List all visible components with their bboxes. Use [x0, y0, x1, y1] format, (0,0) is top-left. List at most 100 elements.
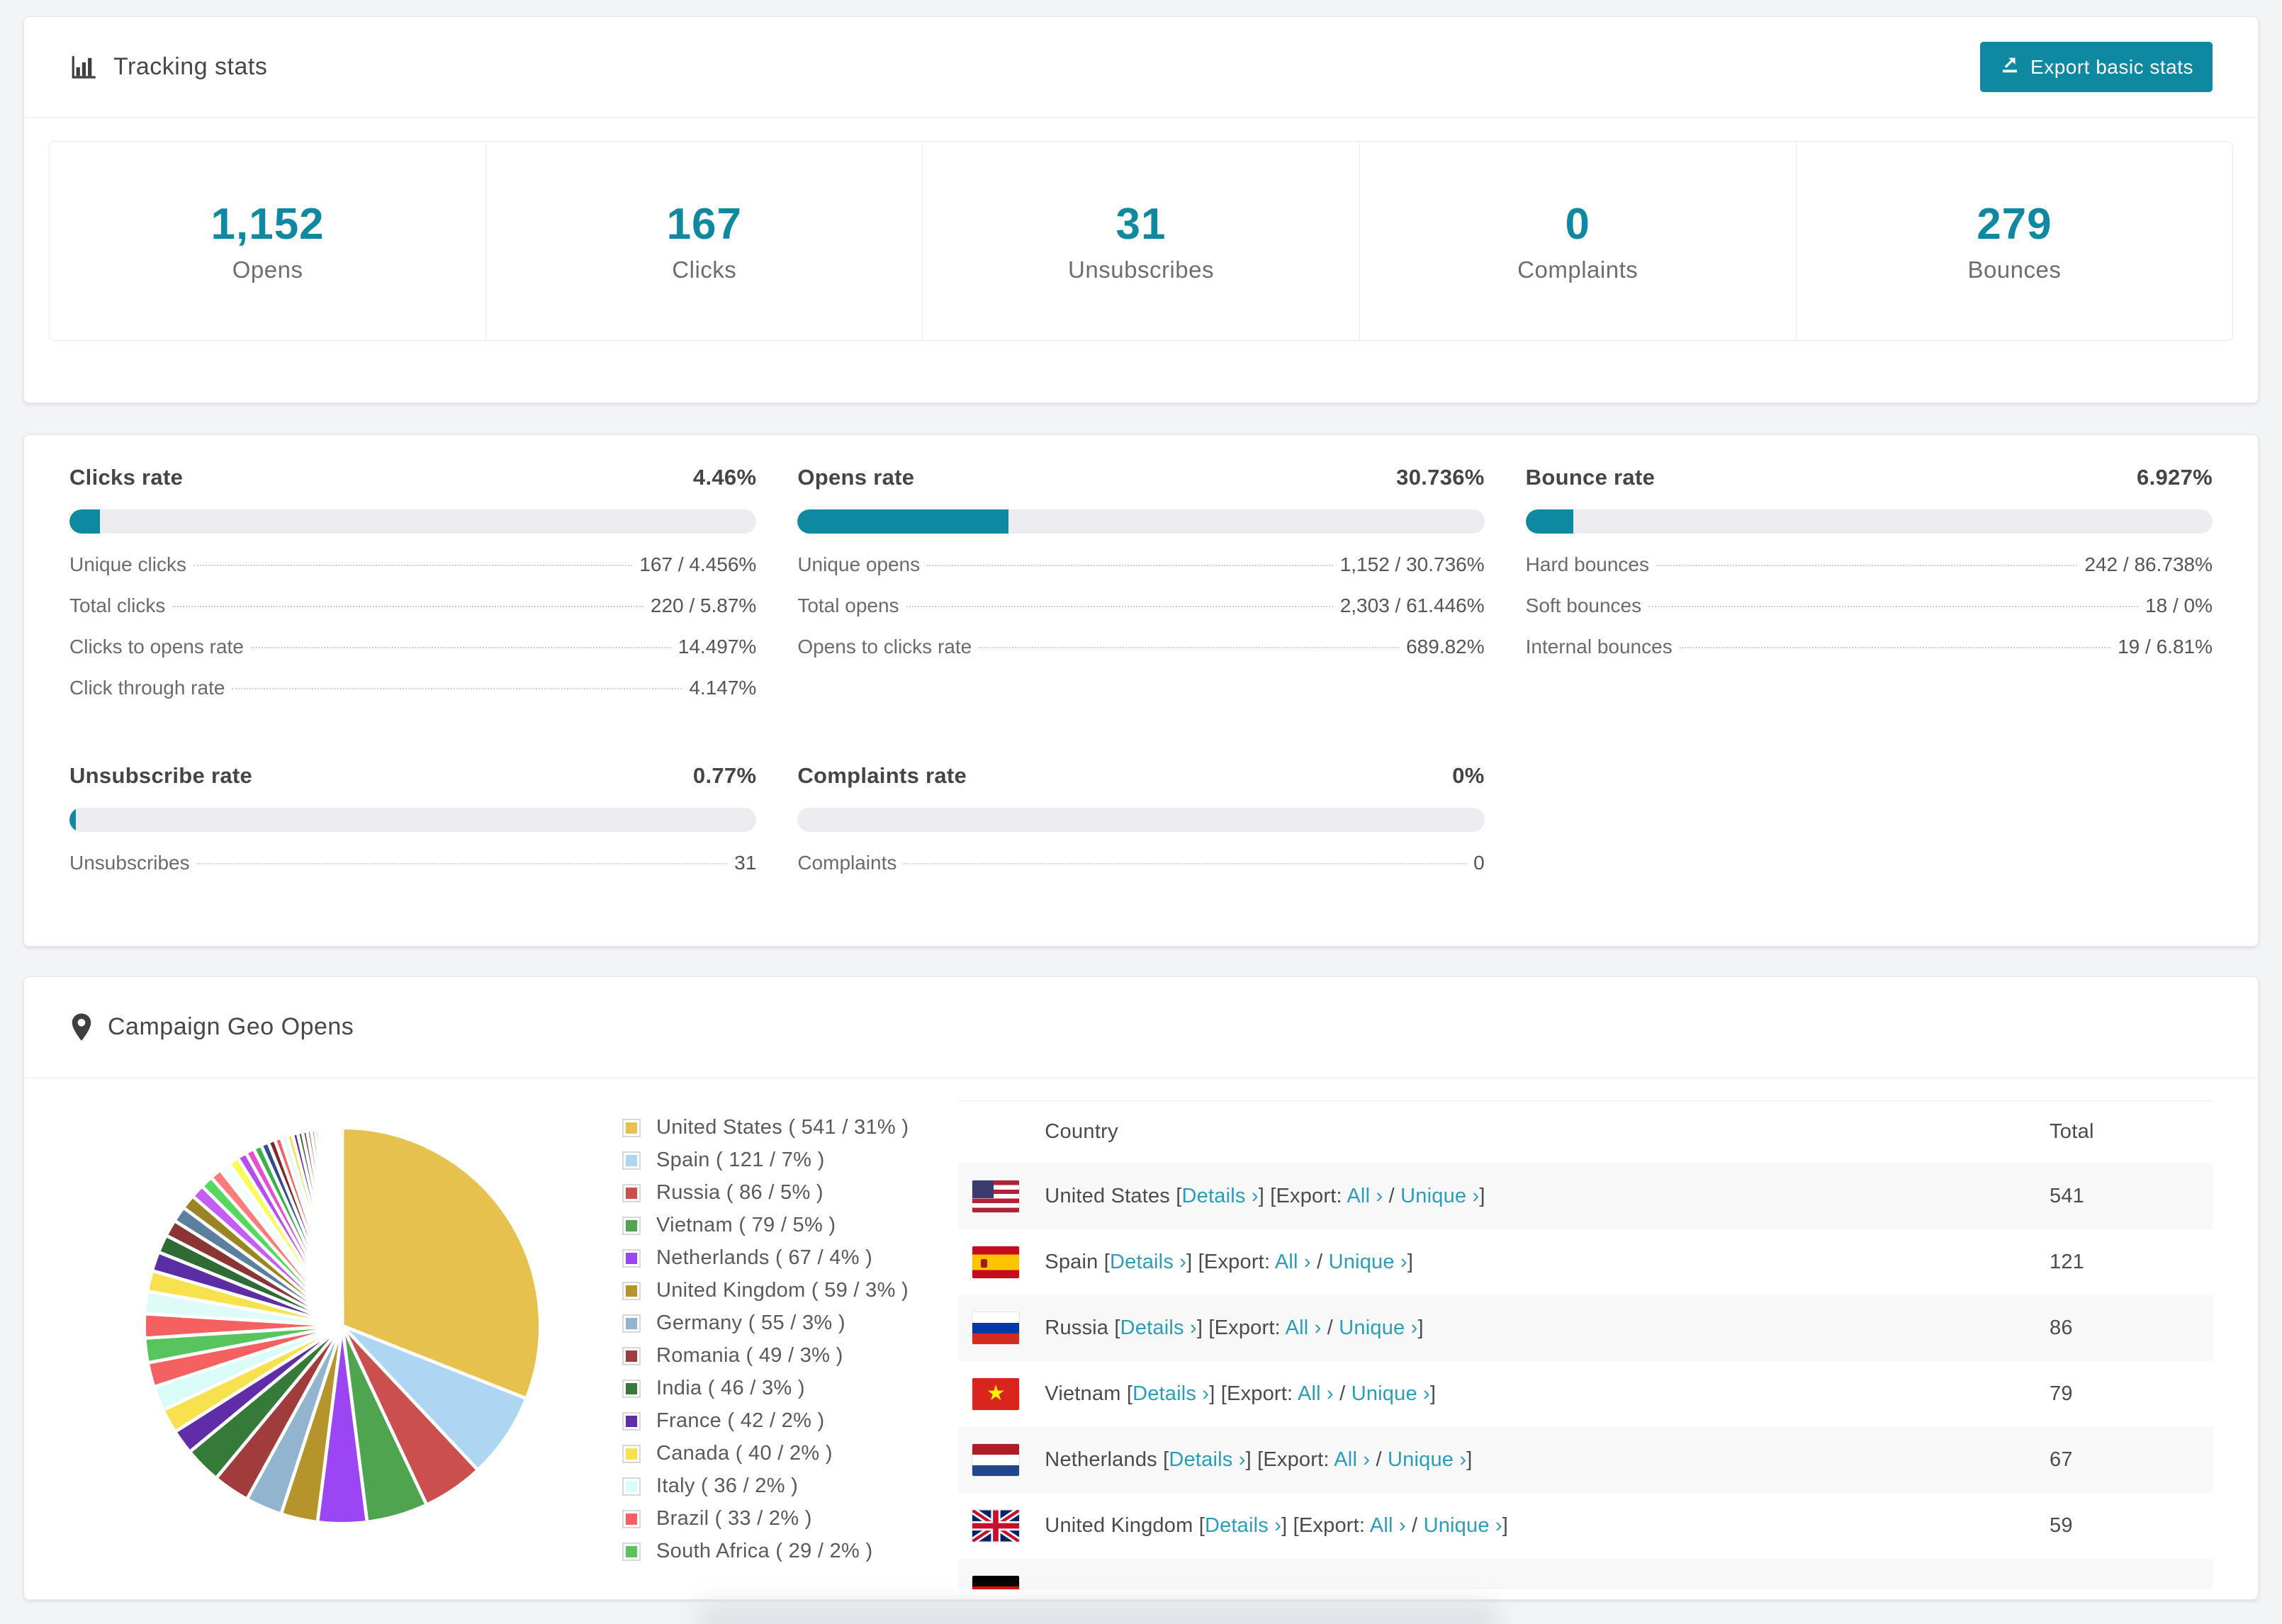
export-unique-link[interactable]: Unique ›	[1329, 1251, 1407, 1273]
legend-swatch	[622, 1444, 641, 1463]
dotted-leader	[1648, 606, 2139, 607]
geo-table-header-row: Country Total	[958, 1101, 2213, 1163]
rate-rows: Hard bounces 242 / 86.738% Soft bounces 18 …	[1526, 553, 2213, 677]
rate-head: Clicks rate 4.46%	[69, 465, 756, 490]
legend-item: Germany ( 55 / 3% )	[622, 1312, 909, 1335]
rate-rows: Complaints 0	[797, 852, 1484, 893]
rate-detail-row: Unique opens 1,152 / 30.736%	[797, 553, 1484, 594]
export-unique-link[interactable]: Unique ›	[1388, 1448, 1466, 1471]
stat-label: Complaints	[1517, 256, 1639, 283]
stat-label: Opens	[232, 256, 303, 283]
country-cell: Netherlands [Details ›] [Export: All › /…	[1045, 1448, 1473, 1471]
rate-detail-label: Hard bounces	[1525, 553, 1649, 575]
legend-swatch	[622, 1411, 641, 1431]
export-unique-link[interactable]: Unique ›	[1400, 1185, 1479, 1207]
details-link[interactable]: Details ›	[1205, 1514, 1281, 1537]
total-cell	[2050, 1559, 2213, 1590]
legend-item: Brazil ( 33 / 2% )	[622, 1507, 909, 1530]
rate-value: 0.77%	[692, 763, 757, 788]
rate-title: Clicks rate	[69, 465, 184, 490]
export-all-link[interactable]: All ›	[1370, 1514, 1406, 1537]
rate-value: 30.736%	[1396, 465, 1485, 490]
rates-grid: Clicks rate 4.46% Unique clicks 167 / 4.456…	[24, 435, 2258, 893]
rate-detail-row: Total clicks 220 / 5.87%	[69, 594, 756, 636]
stat-label: Clicks	[672, 256, 737, 283]
country-name: Netherlands [	[1045, 1448, 1169, 1471]
rate-detail-label: Opens to clicks rate	[797, 636, 972, 658]
legend-swatch	[622, 1183, 641, 1202]
flag-us-icon	[972, 1180, 1020, 1212]
export-all-link[interactable]: All ›	[1286, 1316, 1322, 1339]
geo-table-row-united-kingdom: United Kingdom [Details ›] [Export: All …	[958, 1493, 2213, 1559]
geo-table-row-vietnam: ★ Vietnam [Details ›] [Export: All › / Un…	[958, 1361, 2213, 1427]
progress-bar	[69, 509, 757, 534]
dotted-leader	[193, 565, 633, 566]
progress-bar	[797, 509, 1485, 534]
progress-fill	[797, 509, 1009, 534]
dotted-leader	[172, 606, 643, 607]
rate-detail-value: 31	[734, 852, 757, 874]
map-pin-icon	[69, 1013, 94, 1042]
export-unique-link[interactable]: Unique ›	[1351, 1382, 1430, 1405]
export-all-link[interactable]: All ›	[1334, 1448, 1370, 1471]
details-link[interactable]: Details ›	[1169, 1448, 1245, 1471]
rate-title: Opens rate	[797, 465, 915, 490]
geo-legend: United States ( 541 / 31% ) Spain ( 121 /…	[622, 1116, 909, 1572]
export-unique-link[interactable]: Unique ›	[1424, 1514, 1502, 1537]
geo-body: United States ( 541 / 31% ) Spain ( 121 /…	[24, 1078, 2258, 1589]
rate-detail-value: 242 / 86.738%	[2084, 553, 2213, 575]
legend-swatch	[622, 1314, 641, 1333]
export-icon	[1999, 54, 2020, 80]
flag-ru-icon	[972, 1312, 1020, 1344]
dotted-leader	[979, 647, 1400, 648]
rate-detail-row: Internal bounces 19 / 6.81%	[1526, 636, 2213, 677]
country-cell: Spain [Details ›] [Export: All › / Uniqu…	[1045, 1250, 1414, 1273]
legend-item: Netherlands ( 67 / 4% )	[622, 1246, 909, 1270]
export-all-link[interactable]: All ›	[1347, 1185, 1383, 1207]
export-unique-link[interactable]: Unique ›	[1339, 1316, 1417, 1339]
export-all-link[interactable]: All ›	[1275, 1251, 1311, 1273]
legend-label: United States ( 541 / 31% )	[656, 1116, 909, 1139]
details-link[interactable]: Details ›	[1120, 1316, 1197, 1339]
progress-fill	[69, 808, 76, 832]
dotted-leader	[232, 688, 682, 689]
page-title: Tracking stats	[113, 53, 268, 80]
rate-head: Bounce rate 6.927%	[1526, 465, 2213, 490]
rates-card: Clicks rate 4.46% Unique clicks 167 / 4.456…	[23, 434, 2259, 947]
legend-item: France ( 42 / 2% )	[622, 1409, 909, 1433]
details-link[interactable]: Details ›	[1110, 1251, 1186, 1273]
total-cell: 59	[2050, 1513, 2073, 1537]
pie-slice	[338, 1126, 344, 1328]
country-column-header: Country	[1045, 1120, 1118, 1144]
tracking-stats-card: Tracking stats Export basic stats 1,152 O…	[23, 16, 2259, 403]
rate-detail-value: 18 / 0%	[2145, 594, 2213, 616]
export-all-link[interactable]: All ›	[1298, 1382, 1334, 1405]
details-link[interactable]: Details ›	[1182, 1185, 1259, 1207]
rate-detail-row: Opens to clicks rate 689.82%	[797, 636, 1484, 677]
flag-nl-icon	[972, 1443, 1020, 1476]
country-cell: Vietnam [Details ›] [Export: All › / Uni…	[1045, 1382, 1437, 1405]
stat-value: 31	[1115, 199, 1167, 249]
legend-label: Netherlands ( 67 / 4% )	[656, 1246, 873, 1269]
rate-rows: Unique opens 1,152 / 30.736% Total opens 2,…	[797, 553, 1484, 677]
legend-item: Canada ( 40 / 2% )	[622, 1442, 909, 1465]
rate-head: Complaints rate 0%	[797, 763, 1484, 789]
legend-label: Russia ( 86 / 5% )	[656, 1181, 824, 1204]
total-cell: 121	[2050, 1250, 2084, 1273]
flag-de-icon	[972, 1575, 1020, 1589]
rate-detail-value: 0	[1473, 852, 1485, 874]
geo-title-wrap: Campaign Geo Opens	[69, 1013, 354, 1042]
details-link[interactable]: Details ›	[1132, 1382, 1209, 1405]
export-basic-stats-button[interactable]: Export basic stats	[1980, 42, 2213, 92]
legend-swatch	[622, 1477, 641, 1496]
rate-detail-row: Unique clicks 167 / 4.456%	[69, 553, 756, 594]
stats-wrap: 1,152 Opens 167 Clicks 31 Unsubscribes 0 Compla…	[24, 118, 2258, 341]
rate-detail-value: 220 / 5.87%	[650, 594, 757, 616]
rate-detail-value: 2,303 / 61.446%	[1339, 594, 1485, 616]
stat-label: Bounces	[1967, 256, 2062, 283]
rate-section-unsubscribe-rate: Unsubscribe rate 0.77% Unsubscribes 31	[69, 763, 757, 893]
stats-row: 1,152 Opens 167 Clicks 31 Unsubscribes 0 Compla…	[49, 141, 2233, 341]
rate-section-complaints-rate: Complaints rate 0% Complaints 0	[797, 763, 1485, 893]
rate-detail-row: Hard bounces 242 / 86.738%	[1526, 553, 2213, 594]
flag-es-icon	[972, 1246, 1020, 1278]
